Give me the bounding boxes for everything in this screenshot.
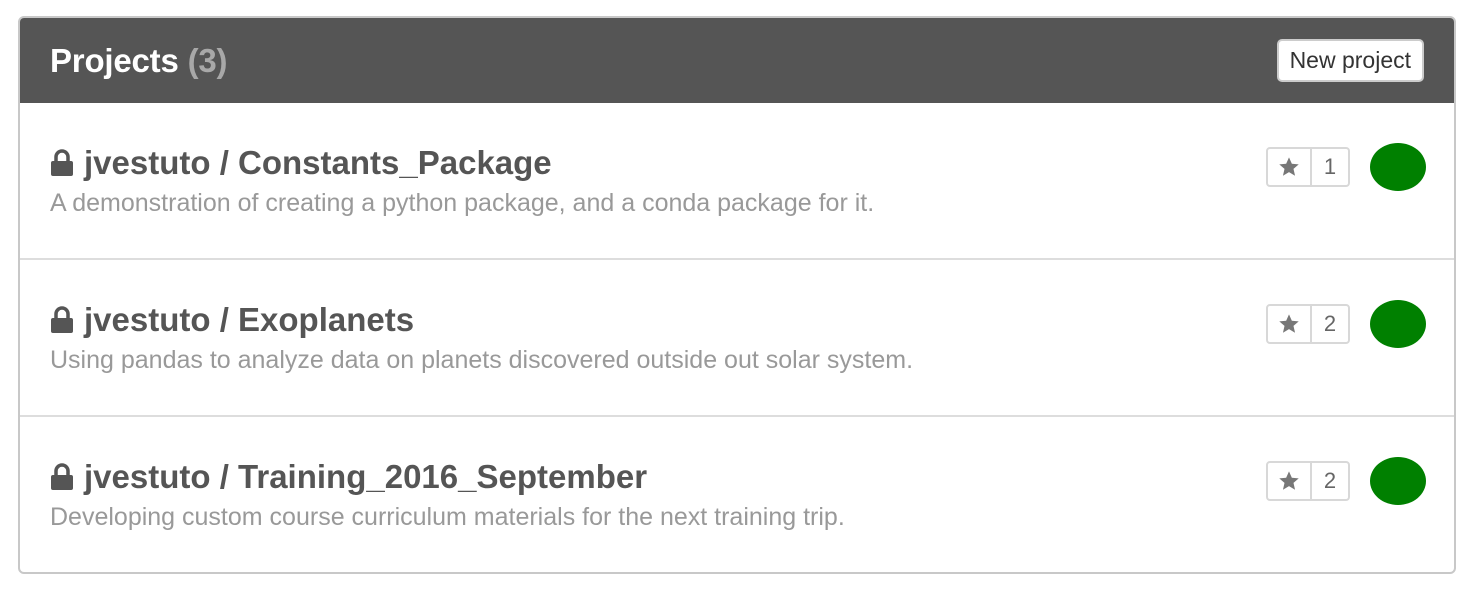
star-icon (1279, 314, 1299, 333)
status-dot (1370, 300, 1426, 348)
project-item: jvestuto / Exoplanets Using pandas to an… (20, 260, 1454, 417)
star-counter: 2 (1266, 304, 1350, 344)
star-count: 2 (1323, 468, 1337, 493)
project-title: jvestuto / Constants_Package (50, 143, 1424, 183)
status-dot (1370, 457, 1426, 505)
project-count: (3) (187, 41, 228, 79)
star-icon (1279, 157, 1299, 176)
project-title: jvestuto / Exoplanets (50, 300, 1424, 340)
project-actions: 1 (1266, 143, 1426, 191)
panel-title-text: Projects (50, 41, 179, 79)
project-description: Developing custom course curriculum mate… (50, 503, 845, 531)
projects-panel: Projects (3) New project jvestuto / Cons… (18, 16, 1456, 574)
project-description: A demonstration of creating a python pac… (50, 189, 875, 217)
lock-icon (50, 306, 74, 334)
status-dot (1370, 143, 1426, 191)
new-project-button[interactable]: New project (1276, 38, 1424, 83)
project-link[interactable]: jvestuto / Exoplanets (84, 300, 414, 340)
project-title: jvestuto / Training_2016_September (50, 457, 1424, 497)
star-counter: 2 (1266, 461, 1350, 501)
project-description: Using pandas to analyze data on planets … (50, 346, 914, 374)
project-link[interactable]: jvestuto / Constants_Package (84, 143, 552, 183)
star-button[interactable] (1268, 306, 1312, 342)
project-item: jvestuto / Constants_Package A demonstra… (20, 103, 1454, 260)
panel-title: Projects (3) (50, 41, 228, 80)
lock-icon (50, 463, 74, 491)
lock-icon (50, 149, 74, 177)
project-item: jvestuto / Training_2016_September Devel… (20, 417, 1454, 572)
star-count: 2 (1323, 311, 1337, 336)
project-link[interactable]: jvestuto / Training_2016_September (84, 457, 647, 497)
star-counter: 1 (1266, 147, 1350, 187)
star-button[interactable] (1268, 149, 1312, 185)
project-list: jvestuto / Constants_Package A demonstra… (20, 103, 1454, 572)
project-actions: 2 (1266, 300, 1426, 348)
panel-header: Projects (3) New project (20, 18, 1454, 103)
star-button[interactable] (1268, 463, 1312, 499)
project-actions: 2 (1266, 457, 1426, 505)
star-icon (1279, 471, 1299, 490)
star-count: 1 (1323, 154, 1337, 179)
